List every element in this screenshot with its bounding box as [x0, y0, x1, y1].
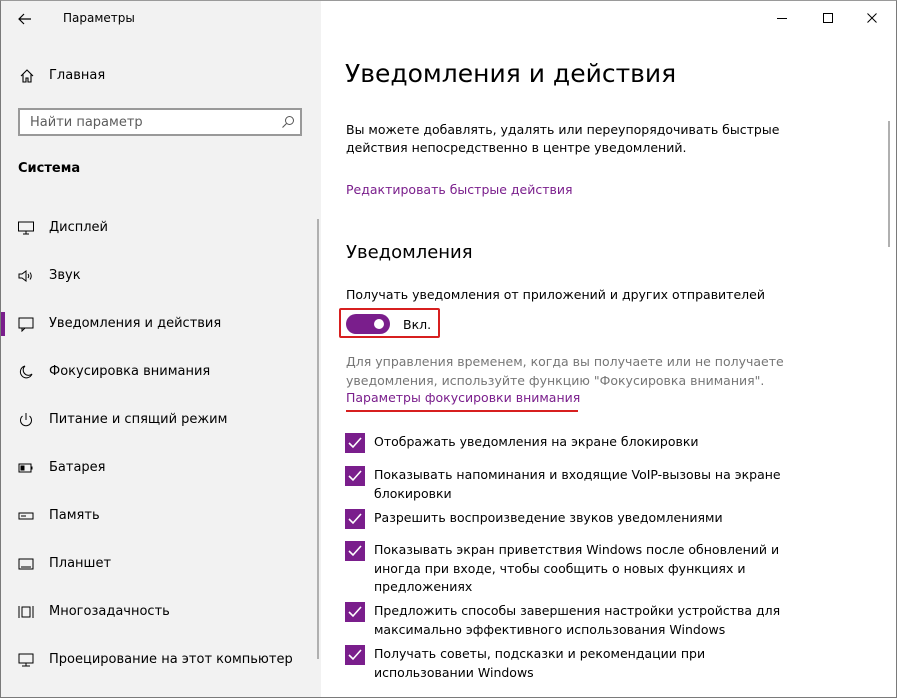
sidebar-item-multitasking[interactable]: Многозадачность [1, 594, 319, 630]
edit-quick-actions-link[interactable]: Редактировать быстрые действия [346, 182, 573, 197]
notifications-heading: Уведомления [346, 242, 473, 263]
sidebar-item-label: Многозадачность [49, 604, 170, 619]
checkbox-label: Отображать уведомления на экране блокиро… [374, 434, 699, 449]
notification-icon [18, 317, 34, 332]
storage-icon [18, 512, 34, 520]
sidebar-item-notifications[interactable]: Уведомления и действия [1, 306, 319, 342]
main-scrollbar[interactable] [888, 121, 890, 247]
power-icon [20, 413, 32, 427]
sidebar-item-projection[interactable]: Проецирование на этот компьютер [1, 642, 319, 678]
checkbox-label: Показывать экран приветствия Windows пос… [374, 542, 780, 594]
sidebar-item-battery[interactable]: Батарея [1, 450, 319, 486]
main-content: Уведомления и действия Вы можете добавля… [321, 1, 896, 697]
minimize-button[interactable] [759, 1, 805, 35]
search-box [18, 108, 302, 136]
checkbox-label: Показывать напоминания и входящие VoIP-в… [374, 467, 781, 501]
projection-icon [18, 653, 34, 667]
checkmark-icon [348, 437, 362, 449]
focus-assist-settings-link[interactable]: Параметры фокусировки внимания [346, 390, 580, 405]
notifications-toggle[interactable] [346, 314, 390, 334]
close-icon [867, 13, 877, 23]
close-button[interactable] [849, 1, 895, 35]
sidebar: Параметры Главная Система Дисплей [1, 1, 321, 697]
section-label-system: Система [18, 161, 81, 176]
checkbox[interactable] [345, 509, 365, 529]
toggle-knob [374, 319, 384, 329]
maximize-icon [823, 13, 833, 23]
sidebar-item-label: Уведомления и действия [49, 316, 222, 331]
sidebar-item-sound[interactable]: Звук [1, 258, 319, 294]
sidebar-item-label: Проецирование на этот компьютер [49, 652, 293, 667]
back-button[interactable] [11, 7, 39, 31]
settings-window: Параметры Главная Система Дисплей [0, 0, 897, 698]
checkmark-icon [348, 513, 362, 525]
focus-assist-hint: Для управления временем, когда вы получа… [346, 354, 784, 388]
sidebar-item-tablet[interactable]: Планшет [1, 546, 319, 582]
search-icon[interactable] [280, 114, 296, 130]
minimize-icon [777, 18, 787, 19]
sidebar-item-label: Звук [49, 268, 81, 283]
checkbox-label: Получать советы, подсказки и рекомендаци… [374, 646, 706, 680]
checkmark-icon [348, 649, 362, 661]
checkmark-icon [348, 470, 362, 482]
sidebar-item-power[interactable]: Питание и спящий режим [1, 402, 319, 438]
checkbox[interactable] [345, 466, 365, 486]
sidebar-scrollbar[interactable] [317, 219, 319, 659]
monitor-icon [18, 221, 34, 235]
multitasking-icon [18, 606, 34, 618]
checkbox[interactable] [345, 541, 365, 561]
sidebar-item-storage[interactable]: Память [1, 498, 319, 534]
search-input[interactable] [20, 110, 280, 134]
checkbox[interactable] [345, 433, 365, 453]
checkbox[interactable] [345, 602, 365, 622]
sidebar-item-focus-assist[interactable]: Фокусировка внимания [1, 354, 319, 390]
sidebar-item-label: Питание и спящий режим [49, 412, 228, 427]
tablet-icon [18, 558, 34, 570]
sidebar-item-label: Фокусировка внимания [49, 364, 211, 379]
sidebar-item-label: Батарея [49, 460, 106, 475]
checkbox-label: Предложить способы завершения настройки … [374, 603, 781, 637]
sidebar-item-home[interactable]: Главная [1, 59, 321, 93]
app-title: Параметры [63, 11, 135, 25]
page-description: Вы можете добавлять, удалять или переупо… [346, 122, 780, 155]
moon-icon [19, 365, 33, 379]
sidebar-item-label: Дисплей [49, 220, 109, 235]
page-title: Уведомления и действия [345, 59, 677, 88]
speaker-icon [18, 270, 32, 282]
sidebar-item-label: Память [49, 508, 100, 523]
battery-icon [18, 463, 33, 473]
sidebar-item-label: Планшет [49, 556, 112, 571]
checkmark-icon [348, 606, 362, 618]
sidebar-item-display[interactable]: Дисплей [1, 210, 319, 246]
notifications-toggle-caption: Получать уведомления от приложений и дру… [346, 287, 765, 302]
home-icon [20, 69, 34, 83]
checkmark-icon [348, 545, 362, 557]
focus-link-red-underline [346, 410, 578, 412]
sidebar-item-label: Главная [49, 68, 106, 83]
checkbox-label: Разрешить воспроизведение звуков уведомл… [374, 510, 723, 525]
checkbox[interactable] [345, 645, 365, 665]
back-arrow-icon [18, 13, 31, 25]
maximize-button[interactable] [805, 1, 851, 35]
toggle-state-label: Вкл. [403, 317, 432, 332]
